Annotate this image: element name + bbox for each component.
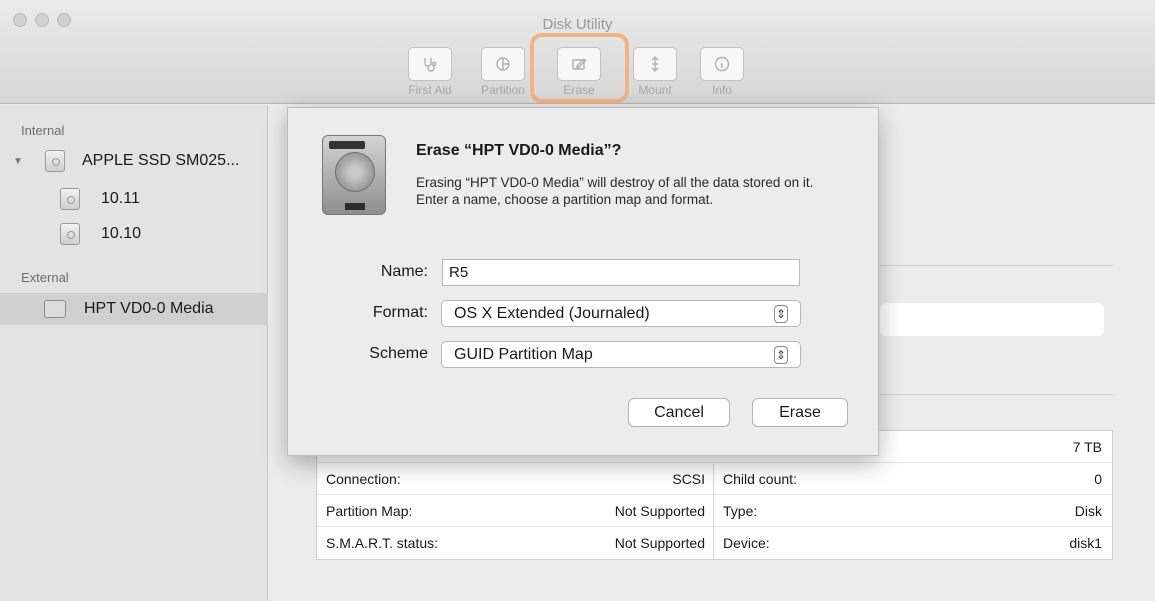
- table-row: S.M.A.R.T. status: Not Supported Device:…: [317, 527, 1112, 559]
- partition-icon: [496, 57, 510, 71]
- mount-button[interactable]: [633, 47, 677, 81]
- chevron-up-down-icon: ⇕: [774, 345, 788, 364]
- partition-button[interactable]: [481, 47, 525, 81]
- sidebar-item-label: HPT VD0-0 Media: [84, 300, 214, 317]
- sidebar-section-external: External: [21, 270, 69, 285]
- dialog-title: Erase “HPT VD0-0 Media”?: [416, 142, 622, 159]
- sidebar-item-10-11[interactable]: 10.11: [0, 183, 268, 215]
- divider: [880, 265, 1113, 266]
- row-value: Not Supported: [614, 535, 705, 551]
- row-value: Disk: [1074, 503, 1102, 519]
- mount-label: Mount: [638, 83, 672, 97]
- external-disk-icon: [44, 300, 66, 318]
- cancel-button[interactable]: Cancel: [628, 398, 730, 427]
- first-aid-button[interactable]: [408, 47, 452, 81]
- format-select[interactable]: OS X Extended (Journaled) ⇕: [441, 300, 801, 327]
- first-aid-label: First Aid: [408, 83, 452, 97]
- table-row: Partition Map: Not Supported Type: Disk: [317, 495, 1112, 527]
- erase-confirm-button[interactable]: Erase: [752, 398, 848, 427]
- name-field[interactable]: [442, 259, 800, 286]
- row-value: 0: [1094, 471, 1102, 487]
- scheme-selected-value: GUID Partition Map: [454, 345, 593, 363]
- volume-icon: [60, 223, 80, 245]
- sidebar-item-10-10[interactable]: 10.10: [0, 218, 268, 250]
- window-title: Disk Utility: [542, 16, 613, 33]
- divider: [880, 394, 1113, 395]
- hard-drive-icon: [322, 135, 386, 215]
- capacity-value: 7 TB: [1072, 439, 1102, 455]
- info-label: Info: [711, 83, 732, 97]
- row-label: Type:: [723, 503, 758, 519]
- mount-icon: [651, 56, 659, 72]
- sidebar-item-apple-ssd[interactable]: ▼ APPLE SSD SM025...: [0, 145, 268, 177]
- sidebar-item-label: 10.10: [101, 225, 142, 242]
- row-label: Partition Map:: [326, 503, 413, 519]
- row-value: disk1: [1069, 535, 1102, 551]
- usage-bar: [880, 303, 1104, 336]
- scheme-select[interactable]: GUID Partition Map ⇕: [441, 341, 801, 368]
- table-row: Connection: SCSI Child count: 0: [317, 463, 1112, 495]
- dialog-message: Erasing “HPT VD0-0 Media” will destroy o…: [416, 175, 814, 207]
- sidebar-item-label: APPLE SSD SM025...: [82, 152, 240, 169]
- info-button[interactable]: [700, 47, 744, 81]
- row-value: Not Supported: [614, 503, 705, 519]
- partition-label: Partition: [480, 83, 526, 97]
- volume-icon: [60, 188, 80, 210]
- chevron-up-down-icon: ⇕: [774, 304, 788, 323]
- format-label: Format:: [372, 304, 428, 321]
- info-icon: [714, 56, 730, 72]
- format-selected-value: OS X Extended (Journaled): [454, 304, 650, 322]
- scheme-label: Scheme: [369, 345, 428, 362]
- sidebar-item-hpt-media[interactable]: HPT VD0-0 Media: [0, 293, 268, 325]
- row-label: Device:: [723, 535, 770, 551]
- row-value: SCSI: [672, 471, 705, 487]
- sidebar: Internal ▼ APPLE SSD SM025... 10.11 10.1…: [0, 105, 268, 601]
- internal-disk-icon: [45, 150, 65, 172]
- name-label: Name:: [380, 263, 428, 280]
- row-label: Connection:: [326, 471, 401, 487]
- disclosure-triangle-icon[interactable]: ▼: [13, 156, 23, 167]
- stethoscope-icon: [424, 58, 437, 72]
- row-label: Child count:: [723, 471, 797, 487]
- erase-highlight-annotation: [530, 33, 629, 103]
- column-divider: [713, 464, 714, 560]
- row-label: S.M.A.R.T. status:: [326, 535, 439, 551]
- sidebar-item-label: 10.11: [101, 190, 140, 207]
- sidebar-section-internal: Internal: [21, 123, 65, 138]
